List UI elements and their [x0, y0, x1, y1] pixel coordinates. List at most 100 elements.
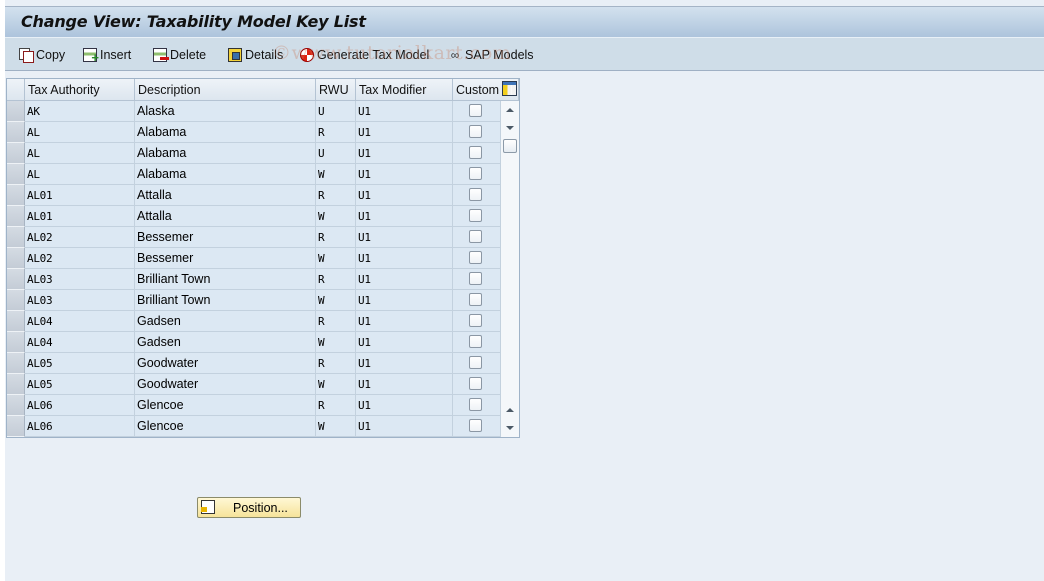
cell-tax-authority[interactable]: AL04	[25, 311, 135, 332]
row-selector[interactable]	[7, 311, 25, 332]
cell-description[interactable]: Alaska	[135, 101, 316, 122]
custom-checkbox[interactable]	[469, 377, 482, 390]
cell-rwu[interactable]: R	[316, 395, 356, 416]
custom-checkbox[interactable]	[469, 335, 482, 348]
row-selector[interactable]	[7, 395, 25, 416]
row-selector[interactable]	[7, 227, 25, 248]
row-selector[interactable]	[7, 101, 25, 122]
position-button[interactable]: Position...	[197, 497, 301, 518]
cell-tax-modifier[interactable]: U1	[356, 353, 453, 374]
cell-tax-authority[interactable]: AL03	[25, 290, 135, 311]
cell-description[interactable]: Bessemer	[135, 248, 316, 269]
cell-tax-modifier[interactable]: U1	[356, 101, 453, 122]
cell-rwu[interactable]: W	[316, 248, 356, 269]
custom-checkbox[interactable]	[469, 293, 482, 306]
cell-tax-modifier[interactable]: U1	[356, 248, 453, 269]
cell-tax-authority[interactable]: AL05	[25, 374, 135, 395]
cell-rwu[interactable]: W	[316, 332, 356, 353]
scroll-thumb[interactable]	[503, 139, 517, 153]
page-up-button[interactable]	[503, 403, 517, 417]
cell-rwu[interactable]: R	[316, 311, 356, 332]
copy-button[interactable]: Copy	[19, 46, 65, 64]
cell-tax-modifier[interactable]: U1	[356, 269, 453, 290]
cell-tax-authority[interactable]: AL03	[25, 269, 135, 290]
cell-tax-modifier[interactable]: U1	[356, 185, 453, 206]
cell-tax-authority[interactable]: AL	[25, 143, 135, 164]
cell-rwu[interactable]: R	[316, 269, 356, 290]
cell-tax-authority[interactable]: AL06	[25, 395, 135, 416]
cell-tax-authority[interactable]: AL05	[25, 353, 135, 374]
cell-description[interactable]: Gadsen	[135, 311, 316, 332]
cell-rwu[interactable]: W	[316, 290, 356, 311]
details-button[interactable]: Details	[228, 46, 283, 64]
row-selector[interactable]	[7, 269, 25, 290]
custom-checkbox[interactable]	[469, 398, 482, 411]
cell-tax-modifier[interactable]: U1	[356, 122, 453, 143]
cell-rwu[interactable]: W	[316, 164, 356, 185]
row-selector[interactable]	[7, 122, 25, 143]
cell-rwu[interactable]: R	[316, 185, 356, 206]
delete-button[interactable]: Delete	[153, 46, 206, 64]
select-all-button[interactable]	[7, 79, 25, 101]
cell-description[interactable]: Bessemer	[135, 227, 316, 248]
cell-tax-modifier[interactable]: U1	[356, 164, 453, 185]
cell-tax-modifier[interactable]: U1	[356, 395, 453, 416]
custom-checkbox[interactable]	[469, 209, 482, 222]
vertical-scrollbar[interactable]	[501, 101, 519, 437]
generate-tax-model-button[interactable]: Generate Tax Model	[300, 46, 429, 64]
row-selector[interactable]	[7, 164, 25, 185]
custom-checkbox[interactable]	[469, 146, 482, 159]
cell-tax-modifier[interactable]: U1	[356, 374, 453, 395]
cell-tax-modifier[interactable]: U1	[356, 311, 453, 332]
cell-rwu[interactable]: U	[316, 143, 356, 164]
cell-description[interactable]: Gadsen	[135, 332, 316, 353]
cell-tax-modifier[interactable]: U1	[356, 332, 453, 353]
cell-rwu[interactable]: R	[316, 353, 356, 374]
custom-checkbox[interactable]	[469, 167, 482, 180]
row-selector[interactable]	[7, 206, 25, 227]
cell-tax-authority[interactable]: AL	[25, 122, 135, 143]
row-selector[interactable]	[7, 416, 25, 437]
cell-tax-modifier[interactable]: U1	[356, 206, 453, 227]
cell-description[interactable]: Alabama	[135, 143, 316, 164]
custom-checkbox[interactable]	[469, 272, 482, 285]
cell-description[interactable]: Glencoe	[135, 395, 316, 416]
custom-checkbox[interactable]	[469, 314, 482, 327]
cell-description[interactable]: Attalla	[135, 185, 316, 206]
row-selector[interactable]	[7, 248, 25, 269]
cell-rwu[interactable]: W	[316, 416, 356, 437]
custom-checkbox[interactable]	[469, 356, 482, 369]
table-settings-icon[interactable]	[502, 81, 517, 96]
cell-rwu[interactable]: W	[316, 206, 356, 227]
cell-description[interactable]: Alabama	[135, 122, 316, 143]
cell-rwu[interactable]: W	[316, 374, 356, 395]
custom-checkbox[interactable]	[469, 251, 482, 264]
row-selector[interactable]	[7, 143, 25, 164]
cell-description[interactable]: Glencoe	[135, 416, 316, 437]
cell-description[interactable]: Brilliant Town	[135, 290, 316, 311]
cell-tax-authority[interactable]: AK	[25, 101, 135, 122]
cell-tax-modifier[interactable]: U1	[356, 290, 453, 311]
cell-rwu[interactable]: R	[316, 122, 356, 143]
column-header-tax-authority[interactable]: Tax Authority	[25, 79, 135, 101]
row-selector[interactable]	[7, 374, 25, 395]
cell-tax-modifier[interactable]: U1	[356, 143, 453, 164]
row-selector[interactable]	[7, 353, 25, 374]
custom-checkbox[interactable]	[469, 419, 482, 432]
row-selector[interactable]	[7, 290, 25, 311]
cell-tax-authority[interactable]: AL06	[25, 416, 135, 437]
cell-description[interactable]: Attalla	[135, 206, 316, 227]
sap-models-button[interactable]: ∞ SAP Models	[448, 46, 534, 64]
cell-tax-authority[interactable]: AL02	[25, 248, 135, 269]
insert-button[interactable]: Insert	[83, 46, 131, 65]
cell-tax-authority[interactable]: AL	[25, 164, 135, 185]
cell-tax-authority[interactable]: AL02	[25, 227, 135, 248]
cell-tax-modifier[interactable]: U1	[356, 416, 453, 437]
cell-tax-authority[interactable]: AL01	[25, 206, 135, 227]
column-header-description[interactable]: Description	[135, 79, 316, 101]
cell-tax-modifier[interactable]: U1	[356, 227, 453, 248]
row-selector[interactable]	[7, 185, 25, 206]
column-header-tax-modifier[interactable]: Tax Modifier	[356, 79, 453, 101]
cell-tax-authority[interactable]: AL04	[25, 332, 135, 353]
custom-checkbox[interactable]	[469, 104, 482, 117]
